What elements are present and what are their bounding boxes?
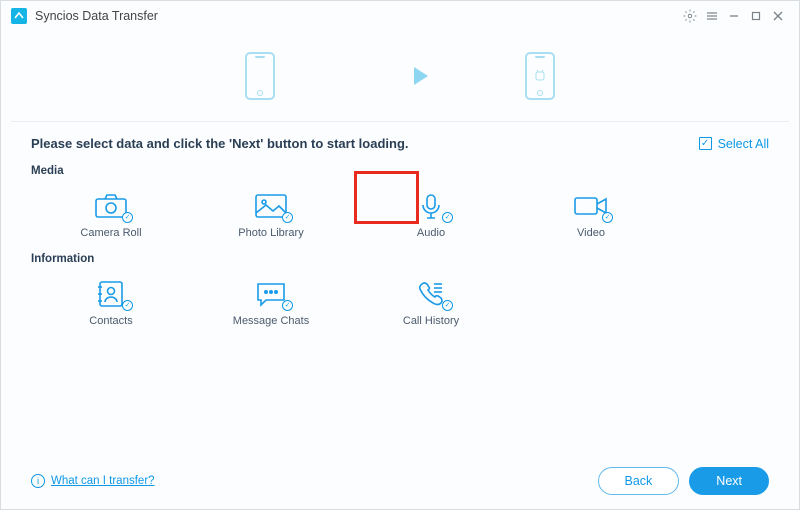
settings-button[interactable] (679, 5, 701, 27)
camera-icon (91, 191, 131, 221)
check-icon (699, 137, 712, 150)
checkmark-icon (442, 300, 453, 311)
information-section-label: Information (31, 253, 769, 265)
item-contacts[interactable]: Contacts (31, 275, 191, 331)
item-video[interactable]: Video (511, 187, 671, 243)
item-camera-roll[interactable]: Camera Roll (31, 187, 191, 243)
media-grid: Camera Roll Photo Library Audio (31, 187, 769, 243)
back-button[interactable]: Back (598, 467, 680, 495)
contacts-icon (91, 279, 131, 309)
maximize-button[interactable] (745, 5, 767, 27)
next-button[interactable]: Next (689, 467, 769, 495)
photo-icon (251, 191, 291, 221)
item-message-chats[interactable]: Message Chats (191, 275, 351, 331)
help-link[interactable]: i What can I transfer? (31, 474, 155, 488)
checkmark-icon (282, 212, 293, 223)
checkmark-icon (442, 212, 453, 223)
app-title: Syncios Data Transfer (35, 9, 158, 23)
app-logo-icon (11, 8, 27, 24)
checkmark-icon (602, 212, 613, 223)
information-grid: Contacts Message Chats Call History (31, 275, 769, 331)
target-device-icon (525, 52, 555, 100)
content-area: Please select data and click the 'Next' … (1, 122, 799, 453)
audio-icon (411, 191, 451, 221)
item-audio[interactable]: Audio (351, 187, 511, 243)
video-icon (571, 191, 611, 221)
titlebar: Syncios Data Transfer (1, 1, 799, 31)
info-icon: i (31, 474, 45, 488)
footer: i What can I transfer? Back Next (1, 453, 799, 509)
menu-button[interactable] (701, 5, 723, 27)
close-button[interactable] (767, 5, 789, 27)
checkmark-icon (122, 300, 133, 311)
checkmark-icon (282, 300, 293, 311)
select-all-checkbox[interactable]: Select All (699, 137, 769, 151)
source-device-icon (245, 52, 275, 100)
minimize-button[interactable] (723, 5, 745, 27)
transfer-arrow-icon (370, 63, 430, 89)
callhistory-icon (411, 279, 451, 309)
device-bar (1, 31, 799, 121)
instruction-text: Please select data and click the 'Next' … (31, 136, 409, 151)
app-window: Syncios Data Transfer Plea (0, 0, 800, 510)
media-section-label: Media (31, 165, 769, 177)
item-photo-library[interactable]: Photo Library (191, 187, 351, 243)
checkmark-icon (122, 212, 133, 223)
messages-icon (251, 279, 291, 309)
item-call-history[interactable]: Call History (351, 275, 511, 331)
